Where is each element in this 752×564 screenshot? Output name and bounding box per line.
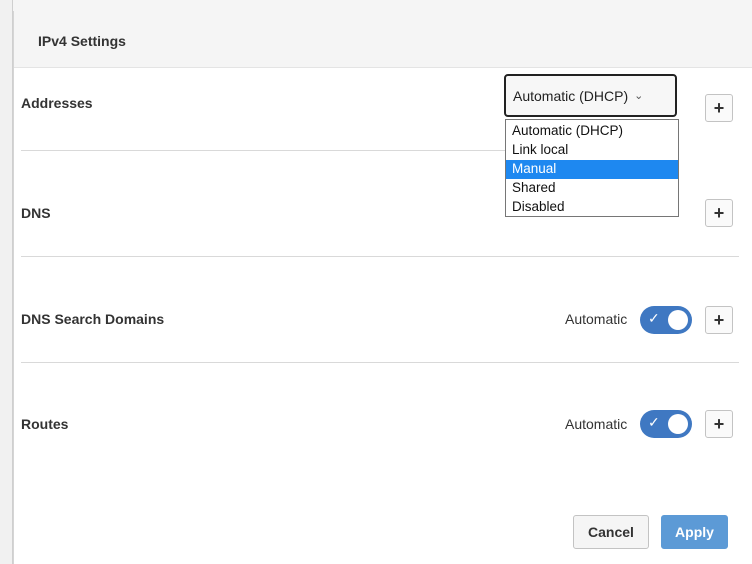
- toggle-knob: [668, 414, 688, 434]
- dns-search-automatic-toggle[interactable]: ✓: [640, 306, 692, 334]
- separator: [21, 362, 739, 363]
- separator: [21, 150, 505, 151]
- chevron-down-icon: ⌄: [634, 90, 644, 102]
- plus-icon: +: [713, 309, 725, 330]
- dialog-title: IPv4 Settings: [38, 33, 126, 49]
- cancel-button[interactable]: Cancel: [573, 515, 649, 549]
- dns-search-automatic-label: Automatic: [565, 311, 628, 327]
- plus-icon: +: [713, 202, 725, 223]
- check-icon: ✓: [648, 414, 660, 430]
- apply-button[interactable]: Apply: [661, 515, 728, 549]
- add-dns-search-domain-button[interactable]: +: [705, 306, 733, 334]
- routes-automatic-toggle[interactable]: ✓: [640, 410, 692, 438]
- dns-label: DNS: [21, 205, 51, 221]
- toggle-knob: [668, 310, 688, 330]
- separator: [21, 256, 739, 257]
- option-disabled[interactable]: Disabled: [506, 198, 678, 217]
- plus-icon: +: [713, 97, 725, 118]
- background-page: [0, 0, 13, 564]
- check-icon: ✓: [648, 310, 660, 326]
- addresses-method-value: Automatic (DHCP): [513, 87, 629, 104]
- addresses-method-select[interactable]: Automatic (DHCP) ⌄: [504, 74, 677, 117]
- plus-icon: +: [713, 413, 725, 434]
- dialog-header: IPv4 Settings: [14, 11, 752, 68]
- add-route-button[interactable]: +: [705, 410, 733, 438]
- dns-search-domains-label: DNS Search Domains: [21, 311, 165, 327]
- addresses-label: Addresses: [21, 95, 93, 111]
- routes-label: Routes: [21, 416, 69, 432]
- option-manual[interactable]: Manual: [506, 160, 678, 179]
- option-link-local[interactable]: Link local: [506, 141, 678, 160]
- add-address-button[interactable]: +: [705, 94, 733, 122]
- add-dns-button[interactable]: +: [705, 199, 733, 227]
- option-shared[interactable]: Shared: [506, 179, 678, 198]
- background-page-top: [0, 0, 752, 11]
- option-automatic-dhcp[interactable]: Automatic (DHCP): [506, 122, 678, 141]
- routes-automatic-label: Automatic: [565, 416, 628, 432]
- addresses-method-dropdown: Automatic (DHCP) Link local Manual Share…: [505, 119, 679, 217]
